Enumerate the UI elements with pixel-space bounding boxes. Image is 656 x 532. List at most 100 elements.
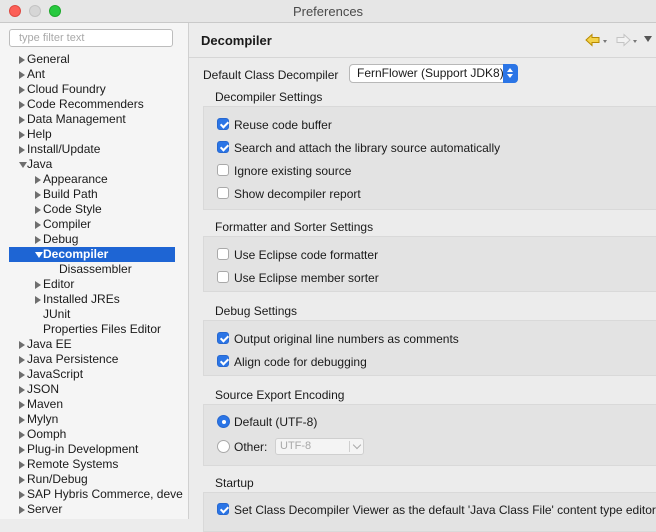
collapsed-triangle-icon[interactable] <box>19 461 25 469</box>
checkbox-box[interactable] <box>217 332 229 344</box>
collapsed-triangle-icon[interactable] <box>19 491 25 499</box>
checkbox-box[interactable] <box>217 141 229 153</box>
collapsed-triangle-icon[interactable] <box>19 476 25 484</box>
tree-item-ant[interactable]: Ant <box>0 67 176 82</box>
checkbox-label: Reuse code buffer <box>234 118 332 132</box>
tree-item-java-persistence[interactable]: Java Persistence <box>0 352 176 367</box>
collapsed-triangle-icon[interactable] <box>35 281 41 289</box>
collapsed-triangle-icon[interactable] <box>19 356 25 364</box>
checkbox-box[interactable] <box>217 503 229 515</box>
tree-item-cloud-foundry[interactable]: Cloud Foundry <box>0 82 176 97</box>
checkbox-label: Set Class Decompiler Viewer as the defau… <box>234 503 656 517</box>
tree-item-label: General <box>27 52 70 66</box>
tree-item-build-path[interactable]: Build Path <box>0 187 176 202</box>
tree-item-general[interactable]: General <box>0 52 176 67</box>
checkbox-box[interactable] <box>217 187 229 199</box>
checkbox-label: Use Eclipse member sorter <box>234 271 379 285</box>
tree-item-label: JSON <box>27 382 60 396</box>
tree-item-label: Install/Update <box>27 142 101 156</box>
checkbox-box[interactable] <box>217 355 229 367</box>
tree-item-disassembler[interactable]: Disassembler <box>0 262 176 277</box>
collapsed-triangle-icon[interactable] <box>35 191 41 199</box>
collapsed-triangle-icon[interactable] <box>19 146 25 154</box>
tree-item-remote-systems[interactable]: Remote Systems <box>0 457 176 472</box>
expanded-triangle-icon[interactable] <box>35 252 43 258</box>
collapsed-triangle-icon[interactable] <box>19 446 25 454</box>
tree-item-javascript[interactable]: JavaScript <box>0 367 176 382</box>
radio-button[interactable] <box>217 440 230 453</box>
collapsed-triangle-icon[interactable] <box>19 401 25 409</box>
collapsed-triangle-icon[interactable] <box>19 386 25 394</box>
checkbox-box[interactable] <box>217 248 229 260</box>
tree-item-properties-files-editor[interactable]: Properties Files Editor <box>0 322 176 337</box>
tree-item-json[interactable]: JSON <box>0 382 176 397</box>
checkbox-label: Ignore existing source <box>234 164 352 178</box>
tree-item-label: Java Persistence <box>27 352 119 366</box>
back-history-chevron-icon[interactable] <box>603 40 607 43</box>
tree-item-java[interactable]: Java <box>0 157 176 172</box>
checkbox-box[interactable] <box>217 164 229 176</box>
collapsed-triangle-icon[interactable] <box>19 416 25 424</box>
tree-item-help[interactable]: Help <box>0 127 176 142</box>
tree-item-junit[interactable]: JUnit <box>0 307 176 322</box>
collapsed-triangle-icon[interactable] <box>19 71 25 79</box>
tree-item-label: Appearance <box>43 172 108 186</box>
collapsed-triangle-icon[interactable] <box>19 431 25 439</box>
collapsed-triangle-icon[interactable] <box>19 56 25 64</box>
back-arrow-icon[interactable] <box>585 33 601 47</box>
checkbox-box[interactable] <box>217 118 229 130</box>
tree-item-installed-jres[interactable]: Installed JREs <box>0 292 176 307</box>
collapsed-triangle-icon[interactable] <box>19 101 25 109</box>
tree-item-compiler[interactable]: Compiler <box>0 217 176 232</box>
collapsed-triangle-icon[interactable] <box>35 176 41 184</box>
collapsed-triangle-icon[interactable] <box>35 236 41 244</box>
collapsed-triangle-icon[interactable] <box>19 506 25 514</box>
filter-input[interactable] <box>9 29 173 47</box>
forward-history-chevron-icon <box>633 40 637 43</box>
select-stepper-icon <box>503 64 518 83</box>
tree-item-label: Decompiler <box>43 247 109 261</box>
tree-item-mylyn[interactable]: Mylyn <box>0 412 176 427</box>
tree-item-debug[interactable]: Debug <box>0 232 176 247</box>
checkbox-label: Output original line numbers as comments <box>234 332 459 346</box>
tree-item-java-ee[interactable]: Java EE <box>0 337 176 352</box>
tree-item-label: JavaScript <box>27 367 84 381</box>
collapsed-triangle-icon[interactable] <box>35 221 41 229</box>
radio-button[interactable] <box>217 415 230 428</box>
checkbox-label: Show decompiler report <box>234 187 361 201</box>
tree-item-decompiler[interactable]: Decompiler <box>9 247 175 262</box>
tree-item-sap-hybris-commerce-deve[interactable]: SAP Hybris Commerce, deve <box>0 487 183 502</box>
tree-item-code-style[interactable]: Code Style <box>0 202 176 217</box>
collapsed-triangle-icon[interactable] <box>19 371 25 379</box>
default-decompiler-value: FernFlower (Support JDK8) <box>357 66 504 80</box>
window-title: Preferences <box>292 4 364 19</box>
view-menu-icon[interactable] <box>644 36 652 42</box>
collapsed-triangle-icon[interactable] <box>35 296 41 304</box>
tree-item-install-update[interactable]: Install/Update <box>0 142 176 157</box>
tree-item-maven[interactable]: Maven <box>0 397 176 412</box>
radio-label: Default (UTF-8) <box>234 415 318 429</box>
tree-item-label: Server <box>27 502 63 516</box>
debug-settings-title: Debug Settings <box>215 304 298 318</box>
tree-item-plug-in-development[interactable]: Plug-in Development <box>0 442 176 457</box>
tree-item-server[interactable]: Server <box>0 502 176 517</box>
collapsed-triangle-icon[interactable] <box>19 131 25 139</box>
checkbox-box[interactable] <box>217 271 229 283</box>
expanded-triangle-icon[interactable] <box>19 162 27 168</box>
tree-item-editor[interactable]: Editor <box>0 277 176 292</box>
radio-label: Other: <box>234 440 268 454</box>
collapsed-triangle-icon[interactable] <box>19 86 25 94</box>
tree-item-appearance[interactable]: Appearance <box>0 172 176 187</box>
collapsed-triangle-icon[interactable] <box>19 116 25 124</box>
tree-item-label: Mylyn <box>27 412 59 426</box>
tree-item-label: Maven <box>27 397 64 411</box>
tree-item-oomph[interactable]: Oomph <box>0 427 176 442</box>
collapsed-triangle-icon[interactable] <box>35 206 41 214</box>
tree-item-data-management[interactable]: Data Management <box>0 112 176 127</box>
default-decompiler-select[interactable]: FernFlower (Support JDK8) <box>349 64 518 83</box>
tree-item-code-recommenders[interactable]: Code Recommenders <box>0 97 176 112</box>
tree-item-run-debug[interactable]: Run/Debug <box>0 472 176 487</box>
tree-item-label: Code Recommenders <box>27 97 144 111</box>
tree-item-label: Java <box>27 157 53 171</box>
collapsed-triangle-icon[interactable] <box>19 341 25 349</box>
